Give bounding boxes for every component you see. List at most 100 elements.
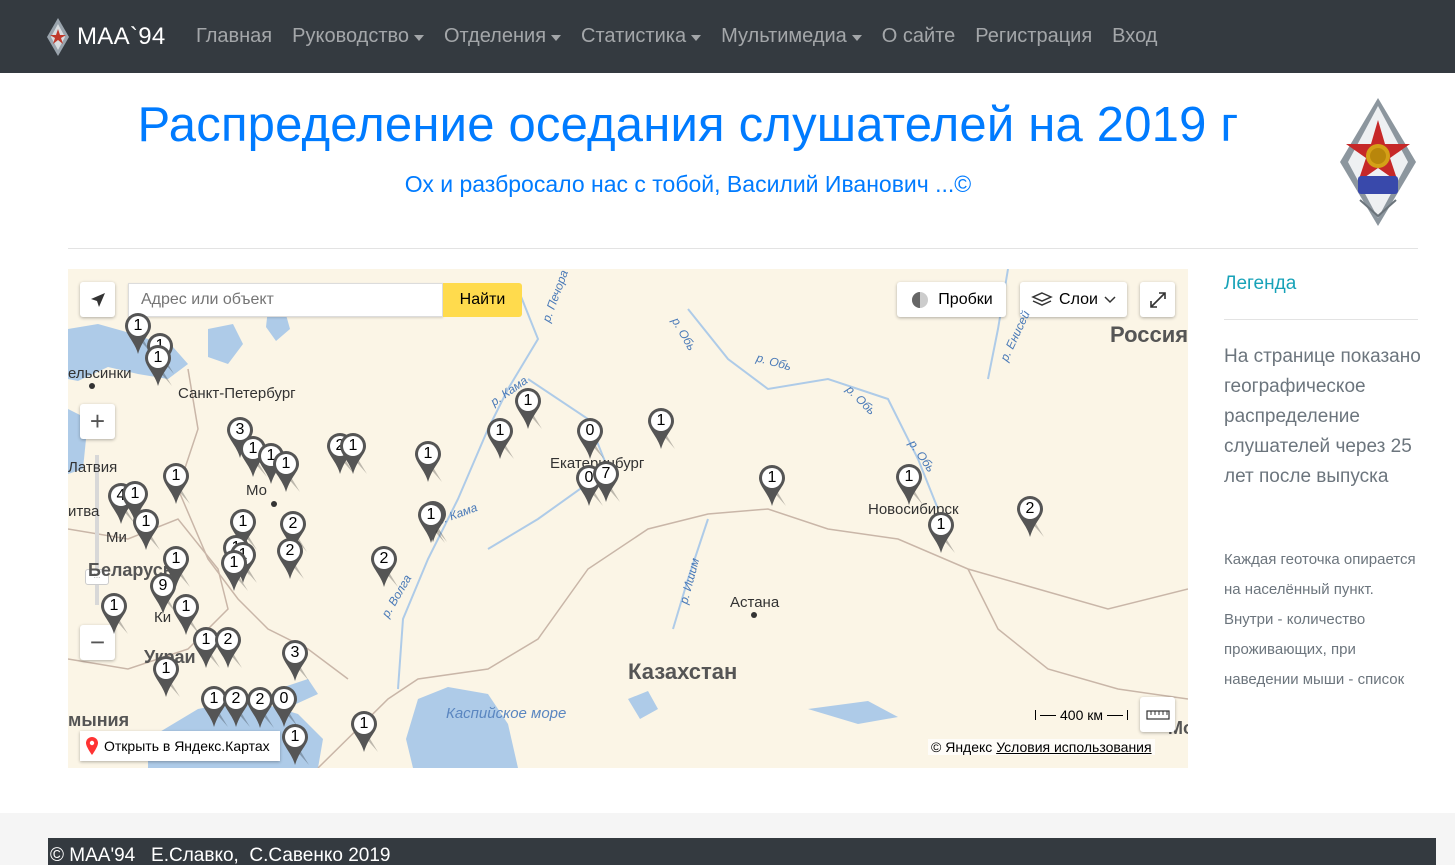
legend-link[interactable]: Легенда <box>1224 273 1296 295</box>
city-dot <box>751 612 757 618</box>
main-nav: Главная Руководство Отделения Статистика… <box>186 0 1167 73</box>
map-marker-count: 1 <box>348 437 358 454</box>
map-label-spb: Санкт-Петербург <box>178 385 296 402</box>
map-marker[interactable]: 2 <box>370 545 400 593</box>
terms-of-use-link[interactable]: Условия использования <box>996 739 1151 755</box>
footer-text: © МАА'94 Е.Славко, С.Савенко 2019 <box>50 845 391 866</box>
map-marker-count: 2 <box>379 550 389 567</box>
map-marker-count: 1 <box>495 422 505 439</box>
map-marker[interactable]: 1 <box>272 450 302 498</box>
map-marker[interactable]: 1 <box>162 545 192 593</box>
nav-login-label: Вход <box>1112 25 1158 47</box>
yandex-copyright: © Яндекс <box>931 739 993 755</box>
map-marker[interactable]: 1 <box>339 432 369 480</box>
nav-departments-label: Отделения <box>444 25 547 47</box>
map-marker[interactable]: 1 <box>647 407 677 455</box>
map-marker-count: 1 <box>281 455 291 472</box>
map-marker-count: 2 <box>1025 500 1035 517</box>
map-marker-count: 3 <box>290 644 300 661</box>
map-label-astana: Астана <box>730 594 780 611</box>
map-marker-count: 1 <box>359 715 369 732</box>
open-in-yandex-maps-label: Открыть в Яндекс.Картах <box>104 738 270 754</box>
layers-button[interactable]: Слои <box>1020 282 1127 317</box>
fullscreen-button[interactable] <box>1140 282 1175 317</box>
map-label-minsk: Ми <box>106 529 127 546</box>
map-marker[interactable]: 1 <box>414 440 444 488</box>
map-marker[interactable]: 1 <box>927 511 957 559</box>
map-marker[interactable]: 7 <box>592 460 622 508</box>
chevron-down-icon <box>851 34 862 41</box>
chevron-down-icon <box>1104 295 1116 303</box>
city-dot <box>271 501 277 507</box>
map-marker[interactable]: 2 <box>276 537 306 585</box>
map-marker[interactable]: 1 <box>220 549 250 597</box>
map-marker[interactable]: 1 <box>152 655 182 703</box>
map-label-latvia: Латвия <box>68 459 118 476</box>
chevron-down-icon <box>551 34 562 41</box>
map-marker-count: 1 <box>161 660 171 677</box>
yandex-map[interactable]: Найти Пробки Слои + ::: − ельсинки Санкт… <box>68 269 1188 768</box>
traffic-button[interactable]: Пробки <box>897 282 1006 317</box>
map-marker[interactable]: 1 <box>350 710 380 758</box>
map-marker[interactable]: 1 <box>162 462 192 510</box>
nav-login[interactable]: Вход <box>1102 25 1167 48</box>
nav-about-label: О сайте <box>881 25 956 47</box>
nav-multimedia[interactable]: Мультимедиа <box>711 25 872 48</box>
map-label-romania: мыния <box>68 710 130 730</box>
navbar: МАА`94 Главная Руководство Отделения Ста… <box>0 0 1455 73</box>
map-marker[interactable]: 1 <box>132 508 162 556</box>
map-label-caspian: Каспийское море <box>446 705 567 722</box>
map-copyright: © Яндекс Условия использования <box>928 739 1155 755</box>
nav-leadership-label: Руководство <box>292 25 409 47</box>
map-marker-count: 1 <box>109 597 119 614</box>
map-marker[interactable]: 1 <box>895 463 925 511</box>
map-marker-count: 1 <box>426 506 436 523</box>
ruler-button[interactable] <box>1140 697 1175 732</box>
map-pin-icon <box>86 737 98 755</box>
map-marker-count: 1 <box>171 550 181 567</box>
map-marker[interactable]: 3 <box>281 639 311 687</box>
nav-register[interactable]: Регистрация <box>965 25 1102 48</box>
map-marker[interactable]: 1 <box>144 344 174 392</box>
map-marker-count: 2 <box>288 515 298 532</box>
map-marker[interactable]: 1 <box>100 592 130 640</box>
nav-statistics[interactable]: Статистика <box>571 25 711 48</box>
nav-about[interactable]: О сайте <box>872 25 965 48</box>
map-marker[interactable]: 1 <box>514 387 544 435</box>
map-marker[interactable]: 1 <box>417 501 447 549</box>
map-marker[interactable]: 1 <box>486 417 516 465</box>
map-marker[interactable]: 1 <box>758 464 788 512</box>
map-marker-count: 1 <box>290 728 300 745</box>
map-marker-count: 1 <box>523 392 533 409</box>
zoom-in-button[interactable]: + <box>80 404 115 439</box>
map-label-lithuania: итва <box>68 503 100 520</box>
nav-home[interactable]: Главная <box>186 25 282 48</box>
page-title: Распределение оседания слушателей на 201… <box>137 98 1239 152</box>
academy-badge-emblem <box>1340 98 1416 226</box>
map-marker[interactable]: 1 <box>281 723 311 768</box>
legend-details-text: Каждая геоточка опирается на населённый … <box>1224 551 1416 688</box>
plus-icon: + <box>89 406 106 436</box>
nav-statistics-label: Статистика <box>581 25 687 47</box>
traffic-label: Пробки <box>938 290 993 308</box>
map-marker-count: 2 <box>285 542 295 559</box>
map-marker-count: 1 <box>229 554 239 571</box>
map-marker-count: 0 <box>279 690 289 707</box>
academy-badge-icon <box>47 18 69 56</box>
location-arrow-icon <box>90 292 105 307</box>
map-search-button[interactable]: Найти <box>443 283 522 317</box>
map-marker-count: 7 <box>601 465 611 482</box>
nav-register-label: Регистрация <box>975 25 1093 47</box>
brand-link[interactable]: МАА`94 <box>47 18 166 56</box>
map-search-input[interactable] <box>128 283 443 317</box>
map-marker[interactable]: 2 <box>214 626 244 674</box>
expand-icon <box>1149 291 1166 308</box>
nav-departments[interactable]: Отделения <box>434 25 571 48</box>
map-marker[interactable]: 0 <box>576 417 606 465</box>
map-marker[interactable]: 2 <box>1016 495 1046 543</box>
geolocation-button[interactable] <box>80 282 115 317</box>
map-label-russia: Россия <box>1110 322 1188 347</box>
open-in-yandex-maps-link[interactable]: Открыть в Яндекс.Картах <box>80 731 280 761</box>
nav-leadership[interactable]: Руководство <box>282 25 434 48</box>
layers-icon <box>1031 291 1053 306</box>
